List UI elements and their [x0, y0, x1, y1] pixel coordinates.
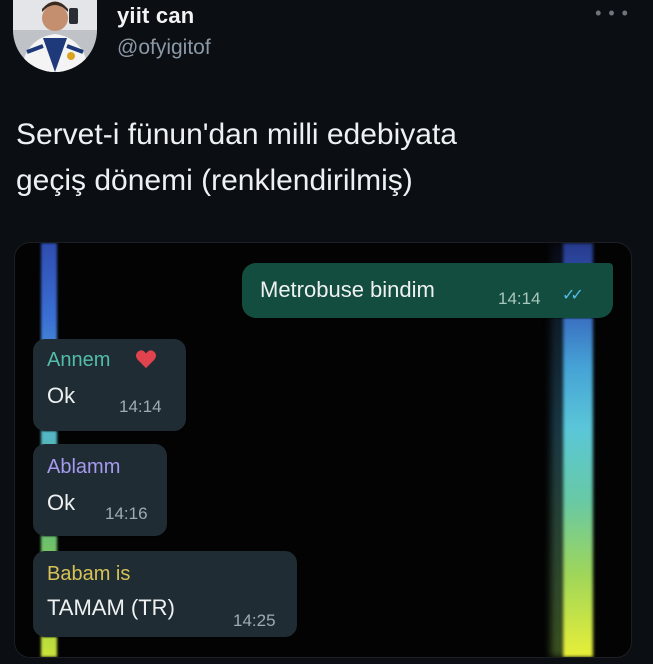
sender-name: Ablamm	[47, 456, 121, 478]
message-text: Ok	[47, 490, 76, 515]
tweet-text-line: geçiş dönemi (renklendirilmiş)	[16, 164, 413, 197]
tweet-text-line: Servet-i fünun'dan milli edebiyata	[16, 118, 457, 151]
profile-photo-icon	[13, 0, 97, 72]
ellipsis-icon[interactable]: • • •	[595, 4, 629, 22]
tweet-media-image[interactable]: Metrobuse bindim 14:14 ✓✓ Annem Ok 14:14…	[14, 242, 632, 658]
tweet-text: Servet-i fünun'dan milli edebiyata geçiş…	[16, 112, 636, 204]
incoming-message-bubble: Annem Ok 14:14	[33, 339, 186, 431]
message-time: 14:14	[119, 397, 162, 416]
tweet: yiit can @ofyigitof • • • Servet-i fünun…	[0, 0, 653, 664]
message-text: Metrobuse bindim	[260, 277, 435, 302]
sender-name: Annem	[47, 349, 111, 371]
incoming-message-bubble: Ablamm Ok 14:16	[33, 444, 167, 536]
message-text: Ok	[47, 383, 76, 408]
avatar[interactable]	[13, 0, 97, 72]
message-time: 14:14	[498, 289, 541, 308]
heart-icon	[136, 350, 156, 369]
incoming-message-bubble: Babam is TAMAM (TR) 14:25	[33, 551, 297, 637]
message-time: 14:25	[233, 611, 276, 630]
outgoing-message-bubble: Metrobuse bindim 14:14 ✓✓	[242, 263, 613, 318]
sender-name: Babam is	[47, 563, 131, 585]
display-name[interactable]: yiit can	[117, 3, 194, 29]
message-time: 14:16	[105, 504, 148, 523]
message-text: TAMAM (TR)	[47, 595, 175, 620]
double-check-icon: ✓✓	[562, 287, 584, 304]
user-handle[interactable]: @ofyigitof	[117, 36, 211, 60]
